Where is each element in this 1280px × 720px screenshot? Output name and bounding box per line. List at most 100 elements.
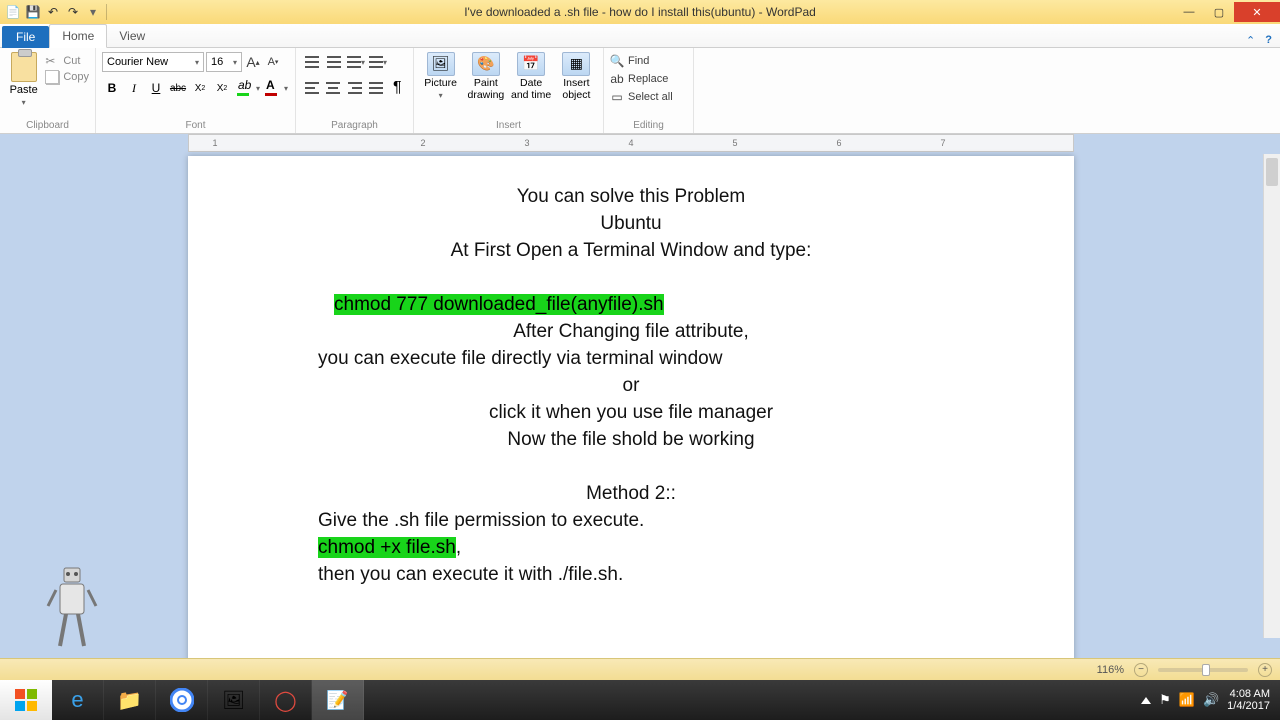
grow-font-button[interactable]: A▴ [244,53,262,71]
bullets-button[interactable]: ▾ [346,52,366,72]
paint-icon: 🎨 [472,52,500,76]
start-button[interactable] [0,680,52,720]
close-button[interactable]: ✕ [1234,2,1280,22]
font-size-value: 16 [211,56,223,68]
tab-file[interactable]: File [2,26,49,48]
paste-button[interactable]: Paste ▾ [6,52,41,107]
tab-view[interactable]: View [107,25,157,47]
group-insert-label: Insert [420,120,597,131]
doc-line: You can solve this Problem [318,184,944,211]
maximize-button[interactable]: ▢ [1204,2,1234,22]
shrink-font-button[interactable]: A▾ [264,53,282,71]
zoom-slider[interactable] [1158,668,1248,672]
find-button[interactable]: 🔍Find [610,54,687,68]
align-justify-button[interactable] [366,78,385,98]
tab-home[interactable]: Home [49,24,107,48]
bold-button[interactable]: B [102,78,122,98]
cut-label: Cut [63,55,80,67]
ribbon: Paste ▾ Cut Copy Clipboard Courier New▾ … [0,48,1280,134]
taskbar-clock[interactable]: 4:08 AM 1/4/2017 [1227,688,1270,712]
app-icon: ◯ [274,688,296,713]
document-page[interactable]: You can solve this Problem Ubuntu At Fir… [188,156,1074,658]
align-center-button[interactable] [323,78,342,98]
clock-date: 1/4/2017 [1227,700,1270,712]
highlighted-command: chmod +x file.sh [318,537,456,558]
ribbon-tabs: File Home View ⌃ ? [0,24,1280,48]
picture-label: Picture [424,78,457,90]
undo-icon[interactable]: ↶ [44,3,62,21]
title-bar: 📄 💾 ↶ ↷ ▾ I've downloaded a .sh file - h… [0,0,1280,24]
network-icon[interactable]: 📶 [1179,692,1195,708]
insert-paint-button[interactable]: 🎨Paint drawing [465,52,506,101]
doc-line: click it when you use file manager [318,400,944,427]
font-name-combo[interactable]: Courier New▾ [102,52,204,72]
paste-icon [11,52,37,82]
window-title: I've downloaded a .sh file - how do I in… [0,5,1280,19]
save-icon[interactable]: 💾 [24,3,42,21]
qat-dropdown-icon[interactable]: ▾ [84,3,102,21]
doc-line: then you can execute it with ./file.sh. [318,562,944,589]
taskbar-app-2[interactable]: ◯ [260,680,312,720]
group-font-label: Font [102,120,289,131]
find-label: Find [628,55,649,67]
paragraph-dialog-button[interactable]: ¶ [388,78,407,98]
doc-line: After Changing file attribute, [318,319,944,346]
minimize-button[interactable]: — [1174,2,1204,22]
font-color-button[interactable]: A [262,78,282,98]
cut-button[interactable]: Cut [45,54,89,68]
underline-button[interactable]: U [146,78,166,98]
paste-dropdown-icon[interactable]: ▾ [22,98,26,107]
highlight-dropdown-icon[interactable]: ▾ [256,84,260,93]
volume-icon[interactable]: 🔊 [1203,692,1219,708]
ruler[interactable]: 1 2 3 4 5 6 7 [188,134,1074,152]
align-left-button[interactable] [302,78,321,98]
taskbar-app-1[interactable]: 🖼 [208,680,260,720]
font-size-combo[interactable]: 16▾ [206,52,242,72]
taskbar-wordpad[interactable]: 📝 [312,680,364,720]
chevron-down-icon: ▾ [195,58,199,67]
fontcolor-dropdown-icon[interactable]: ▾ [284,84,288,93]
zoom-in-button[interactable]: + [1258,663,1272,677]
insert-datetime-button[interactable]: 📅Date and time [511,52,552,101]
action-center-icon[interactable]: ⚑ [1159,692,1171,708]
ie-icon: e [71,687,83,713]
doc-line: Now the file shold be working [318,427,944,454]
superscript-button[interactable]: X2 [212,78,232,98]
redo-icon[interactable]: ↷ [64,3,82,21]
insert-object-button[interactable]: ▦Insert object [556,52,597,101]
doc-line: chmod +x file.sh, [318,535,944,562]
taskbar-chrome[interactable] [156,680,208,720]
scrollbar-thumb[interactable] [1266,158,1278,186]
replace-button[interactable]: abReplace [610,72,687,86]
taskbar-explorer[interactable]: 📁 [104,680,156,720]
object-label: Insert object [556,78,597,101]
subscript-button[interactable]: X2 [190,78,210,98]
datetime-label: Date and time [511,78,552,101]
zoom-out-button[interactable]: − [1134,663,1148,677]
line-spacing-button[interactable]: ▾ [368,52,388,72]
highlight-color-button[interactable]: ab [234,78,254,98]
window-controls: — ▢ ✕ [1174,2,1280,22]
doc-line: Give the .sh file permission to execute. [318,508,944,535]
highlighted-command: chmod 777 downloaded_file(anyfile).sh [334,294,664,315]
minimize-ribbon-icon[interactable]: ⌃ [1246,34,1255,47]
select-all-button[interactable]: ▭Select all [610,90,687,104]
folder-icon: 📁 [117,688,142,713]
align-right-button[interactable] [345,78,364,98]
italic-button[interactable]: I [124,78,144,98]
vertical-scrollbar[interactable] [1263,154,1280,638]
help-icon[interactable]: ? [1265,34,1272,47]
zoom-slider-thumb[interactable] [1202,664,1210,676]
insert-picture-button[interactable]: 🖼Picture▾ [420,52,461,100]
ruler-num: 2 [420,138,425,148]
strikethrough-button[interactable]: abc [168,78,188,98]
doc-line: Ubuntu [318,211,944,238]
tray-overflow-icon[interactable] [1141,697,1151,704]
replace-icon: ab [610,72,624,86]
taskbar-ie[interactable]: e [52,680,104,720]
group-paragraph-label: Paragraph [302,120,407,131]
decrease-indent-button[interactable] [302,52,322,72]
group-editing-label: Editing [610,120,687,131]
copy-button[interactable]: Copy [45,70,89,84]
increase-indent-button[interactable] [324,52,344,72]
